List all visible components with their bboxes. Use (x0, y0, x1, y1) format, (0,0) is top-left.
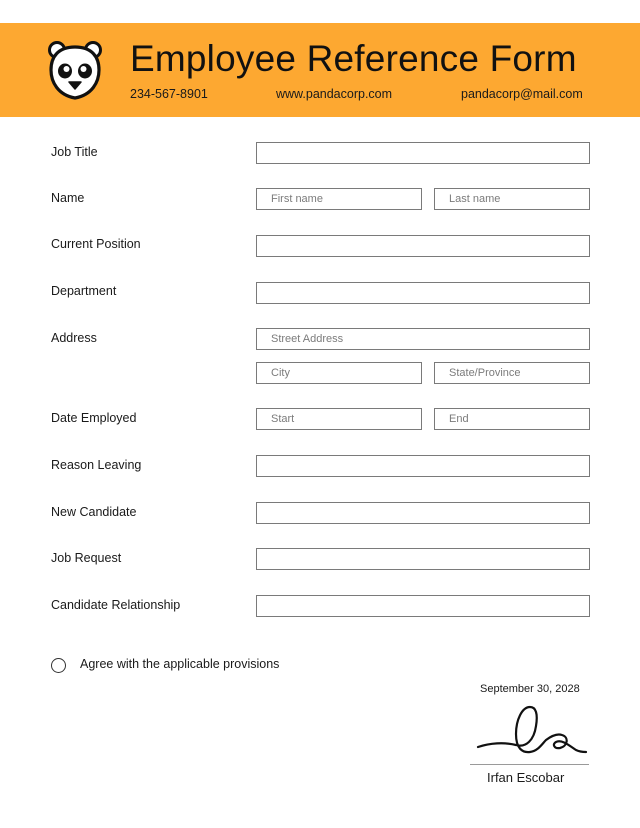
name-label: Name (51, 191, 85, 205)
first-name-input[interactable] (256, 188, 422, 210)
signature-line (470, 764, 589, 765)
page-title: Employee Reference Form (130, 38, 577, 79)
website-link[interactable]: www.pandacorp.com (276, 87, 392, 101)
end-date-input[interactable] (434, 408, 590, 430)
job-title-input[interactable] (256, 142, 590, 164)
candidate-relationship-input[interactable] (256, 595, 590, 617)
signature-date: September 30, 2028 (480, 683, 580, 695)
job-title-label: Job Title (51, 145, 98, 159)
reason-leaving-input[interactable] (256, 455, 590, 477)
email-link[interactable]: pandacorp@mail.com (461, 87, 583, 101)
street-address-input[interactable] (256, 328, 590, 350)
signature-scribble (476, 705, 588, 754)
last-name-input[interactable] (434, 188, 590, 210)
start-date-input[interactable] (256, 408, 422, 430)
candidate-relationship-label: Candidate Relationship (51, 598, 181, 612)
agree-radio[interactable] (51, 658, 66, 673)
agree-label[interactable]: Agree with the applicable provisions (80, 657, 279, 671)
job-request-label: Job Request (51, 551, 122, 565)
new-candidate-input[interactable] (256, 502, 590, 524)
panda-icon (48, 41, 102, 100)
phone-number: 234-567-8901 (130, 87, 208, 101)
department-label: Department (51, 284, 117, 298)
department-input[interactable] (256, 282, 590, 304)
job-request-input[interactable] (256, 548, 590, 570)
state-province-input[interactable] (434, 362, 590, 384)
reason-leaving-label: Reason Leaving (51, 458, 142, 472)
current-position-label: Current Position (51, 237, 141, 251)
address-label: Address (51, 331, 97, 345)
new-candidate-label: New Candidate (51, 505, 137, 519)
current-position-input[interactable] (256, 235, 590, 257)
signer-name: Irfan Escobar (487, 770, 565, 785)
date-employed-label: Date Employed (51, 411, 137, 425)
city-input[interactable] (256, 362, 422, 384)
